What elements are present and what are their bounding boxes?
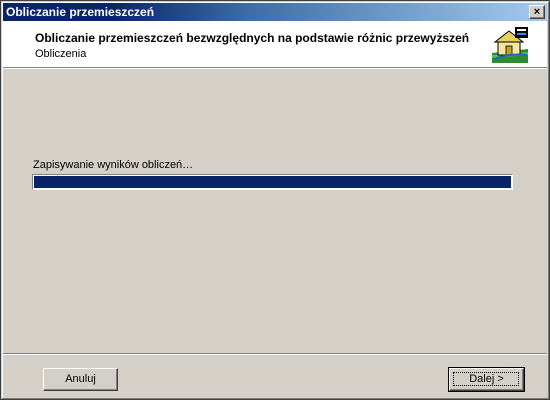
- title-bar[interactable]: Obliczanie przemieszczeń ×: [3, 3, 547, 21]
- status-label: Zapisywanie wyników obliczeń…: [33, 159, 194, 171]
- progress-fill: [34, 176, 511, 188]
- wizard-house-icon: [492, 27, 528, 63]
- next-button[interactable]: Dalej >: [448, 367, 525, 392]
- wizard-window: Obliczanie przemieszczeń × Obliczanie pr…: [0, 0, 550, 400]
- header-separator: [3, 68, 547, 69]
- footer-separator: [3, 353, 547, 355]
- close-icon: ×: [533, 6, 541, 18]
- header-subtitle: Obliczenia: [35, 48, 87, 60]
- header-title: Obliczanie przemieszczeń bezwzględnych n…: [35, 31, 470, 45]
- cancel-button[interactable]: Anuluj: [43, 368, 118, 391]
- wizard-header: Obliczanie przemieszczeń bezwzględnych n…: [3, 21, 547, 68]
- close-button[interactable]: ×: [529, 5, 545, 19]
- next-button-label: Dalej >: [469, 373, 504, 385]
- progress-bar: [32, 174, 513, 190]
- window-title: Obliczanie przemieszczeń: [6, 5, 155, 19]
